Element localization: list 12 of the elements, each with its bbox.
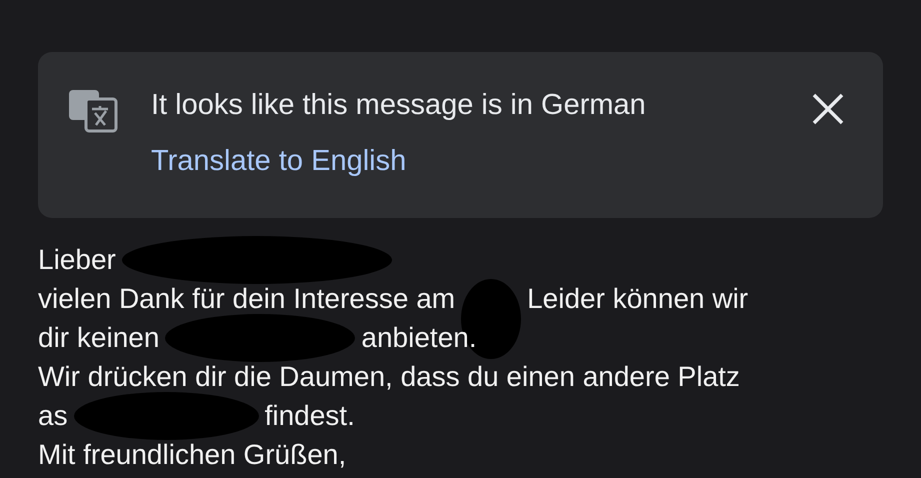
- message-text: anbieten.: [361, 322, 477, 354]
- message-text: Wir drücken dir die Daumen, dass du einen andere Platz: [38, 360, 740, 392]
- translate-link[interactable]: Translate to English: [151, 141, 406, 181]
- banner-message: It looks like this message is in German: [151, 88, 647, 123]
- message-text: Mit freundlichen Grüßen,: [38, 438, 346, 470]
- message-text: Leider können wir: [527, 282, 748, 314]
- message-text: as: [38, 400, 68, 432]
- message-text: findest.: [264, 400, 355, 432]
- message-text: dir keinen: [38, 322, 160, 354]
- message-text: Lieber: [38, 244, 116, 276]
- close-icon[interactable]: [811, 92, 845, 126]
- message-text: vielen Dank für dein Interesse am: [38, 282, 456, 314]
